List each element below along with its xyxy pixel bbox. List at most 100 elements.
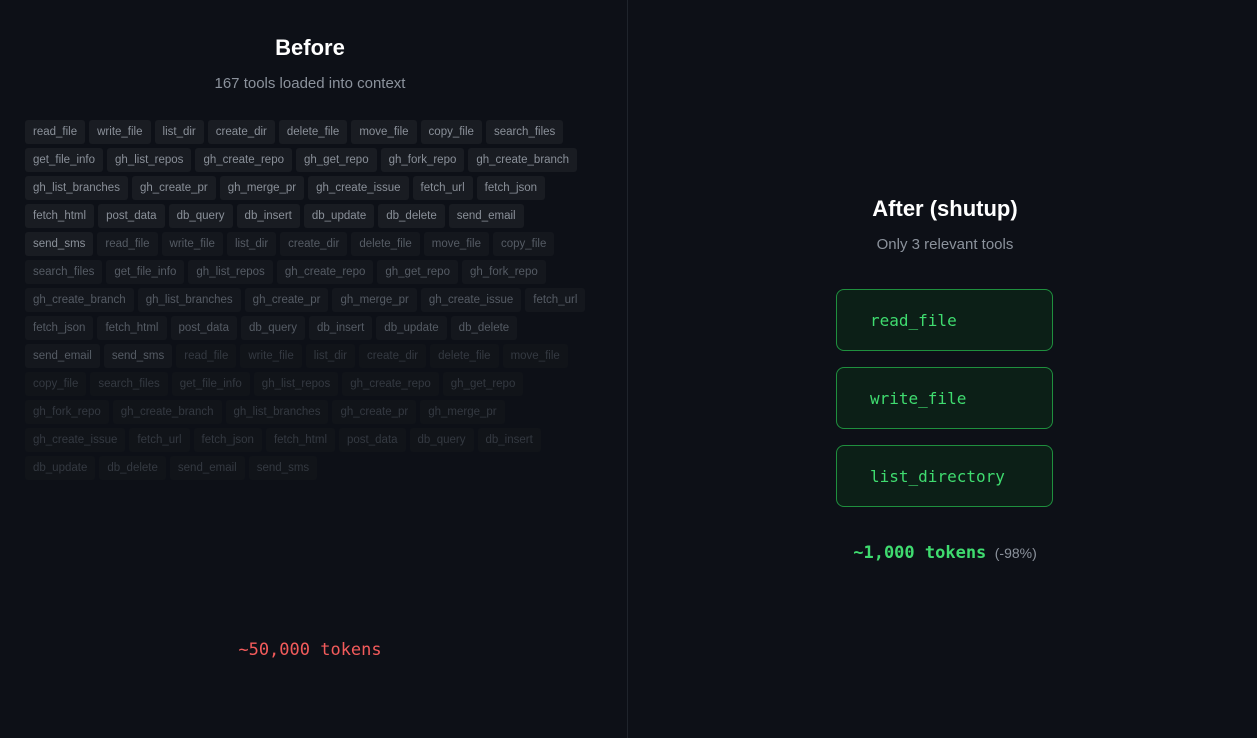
after-title: After (shutup) <box>872 196 1018 221</box>
tool-chip: gh_list_branches <box>25 176 128 200</box>
tool-chip: move_file <box>351 120 417 144</box>
tool-chip: get_file_info <box>25 148 104 172</box>
tool-chip: send_email <box>169 456 245 480</box>
tool-chip: send_sms <box>248 456 318 480</box>
tool-chip: gh_list_branches <box>137 288 241 312</box>
after-subtitle: Only 3 relevant tools <box>876 236 1014 253</box>
tool-chip: fetch_url <box>129 428 190 452</box>
tool-chip: gh_get_repo <box>377 260 458 284</box>
token-reduction: (-98%) <box>994 545 1037 561</box>
tool-chip: list_dir <box>305 344 355 368</box>
tool-chip: gh_create_issue <box>308 176 409 200</box>
tool-chip: send_email <box>448 204 524 228</box>
tool-chip: delete_file <box>278 120 348 144</box>
tool-chip: copy_file <box>25 372 87 396</box>
tool-chip: gh_get_repo <box>296 148 377 172</box>
after-token-count: ~1,000 tokens <box>853 543 987 563</box>
tool-chip: fetch_html <box>265 428 336 452</box>
tool-chip: gh_merge_pr <box>420 400 505 424</box>
tool-chip: gh_create_branch <box>112 400 222 424</box>
tool-chip: post_data <box>339 428 406 452</box>
tool-chip: copy_file <box>420 120 482 144</box>
tool-chip: list_dir <box>154 120 204 144</box>
tool-chip: gh_create_repo <box>276 260 374 284</box>
tool-chip: db_query <box>168 204 233 228</box>
tool-chip: gh_fork_repo <box>461 260 546 284</box>
tool-chip: gh_list_repos <box>107 148 192 172</box>
tool-chip: gh_create_repo <box>195 148 292 172</box>
tool-chip: post_data <box>170 316 238 340</box>
tool-chip: search_files <box>25 260 103 284</box>
tool-chip: fetch_json <box>193 428 262 452</box>
tool-chip: list_dir <box>226 232 277 256</box>
before-title: Before <box>275 35 345 60</box>
tool-chip: delete_file <box>351 232 420 256</box>
tool-chip: gh_merge_pr <box>219 176 305 200</box>
tool-chip: gh_create_issue <box>420 288 522 312</box>
tool-chip: send_sms <box>25 232 94 256</box>
tool-chip: get_file_info <box>171 372 250 396</box>
tool-chip: db_delete <box>99 456 166 480</box>
tool-chip: get_file_info <box>106 260 185 284</box>
after-panel: After (shutup) Only 3 relevant tools rea… <box>628 0 1257 738</box>
after-token-summary: ~1,000 tokens (-98%) <box>628 541 1257 566</box>
tool-card-list-directory: list_directory <box>836 445 1053 507</box>
tool-card-read-file: read_file <box>836 289 1053 351</box>
tool-chip: gh_create_branch <box>468 148 578 172</box>
tool-chip: write_file <box>240 344 302 368</box>
tool-chip: db_update <box>376 316 447 340</box>
tool-chip: db_insert <box>308 316 373 340</box>
tool-chip: gh_create_branch <box>25 288 134 312</box>
tool-chip: create_dir <box>359 344 427 368</box>
tool-chip: search_files <box>90 372 168 396</box>
tool-chip: fetch_url <box>525 288 586 312</box>
tool-chip: move_file <box>423 232 489 256</box>
tool-chip: create_dir <box>207 120 275 144</box>
before-token-count: ~50,000 tokens <box>238 640 382 660</box>
before-panel: Before 167 tools loaded into context rea… <box>0 0 628 738</box>
tool-chip: gh_create_pr <box>332 400 417 424</box>
tool-chip: move_file <box>502 344 568 368</box>
tool-chip: gh_list_branches <box>225 400 329 424</box>
tool-chip: read_file <box>25 120 86 144</box>
tool-chip: read_file <box>176 344 237 368</box>
tool-chip: write_file <box>161 232 223 256</box>
tool-chip: delete_file <box>430 344 499 368</box>
tool-chip: send_sms <box>103 344 173 368</box>
tool-chip: fetch_json <box>25 316 94 340</box>
tool-chip: db_insert <box>477 428 541 452</box>
tool-chip: db_query <box>409 428 474 452</box>
before-subtitle: 167 tools loaded into context <box>214 75 406 92</box>
tool-chip: db_update <box>303 204 375 228</box>
tool-chip: read_file <box>97 232 158 256</box>
tool-chip: gh_list_repos <box>253 372 339 396</box>
tool-chip: fetch_html <box>97 316 167 340</box>
tool-chip: gh_create_pr <box>244 288 329 312</box>
tool-chip: gh_create_repo <box>342 372 439 396</box>
tool-chip: gh_fork_repo <box>25 400 109 424</box>
relevant-tool-list: read_file write_file list_directory <box>836 289 1053 523</box>
tool-chip: db_query <box>241 316 305 340</box>
tool-chip: send_email <box>25 344 100 368</box>
tool-chip: db_delete <box>378 204 445 228</box>
tool-chip: gh_create_issue <box>25 428 126 452</box>
tool-chip: copy_file <box>492 232 555 256</box>
tool-chip: search_files <box>485 120 564 144</box>
tool-chip: gh_list_repos <box>188 260 273 284</box>
tool-chip: fetch_html <box>25 204 95 228</box>
tool-chip: fetch_url <box>412 176 473 200</box>
tool-chip: db_update <box>25 456 96 480</box>
tool-chip: db_delete <box>450 316 518 340</box>
tool-chip: gh_get_repo <box>442 372 524 396</box>
comparison-page: Before 167 tools loaded into context rea… <box>0 0 1257 738</box>
tool-chip: gh_merge_pr <box>332 288 417 312</box>
tool-chip: fetch_json <box>476 176 546 200</box>
tool-chip: post_data <box>98 204 165 228</box>
tool-card-write-file: write_file <box>836 367 1053 429</box>
tool-chip: gh_create_pr <box>131 176 216 200</box>
tool-chip: create_dir <box>280 232 348 256</box>
tool-chip: gh_fork_repo <box>380 148 465 172</box>
tool-chip: db_insert <box>236 204 300 228</box>
tool-chip: write_file <box>89 120 151 144</box>
tool-cloud: read_file write_file list_dir create_dir del… <box>25 120 595 480</box>
